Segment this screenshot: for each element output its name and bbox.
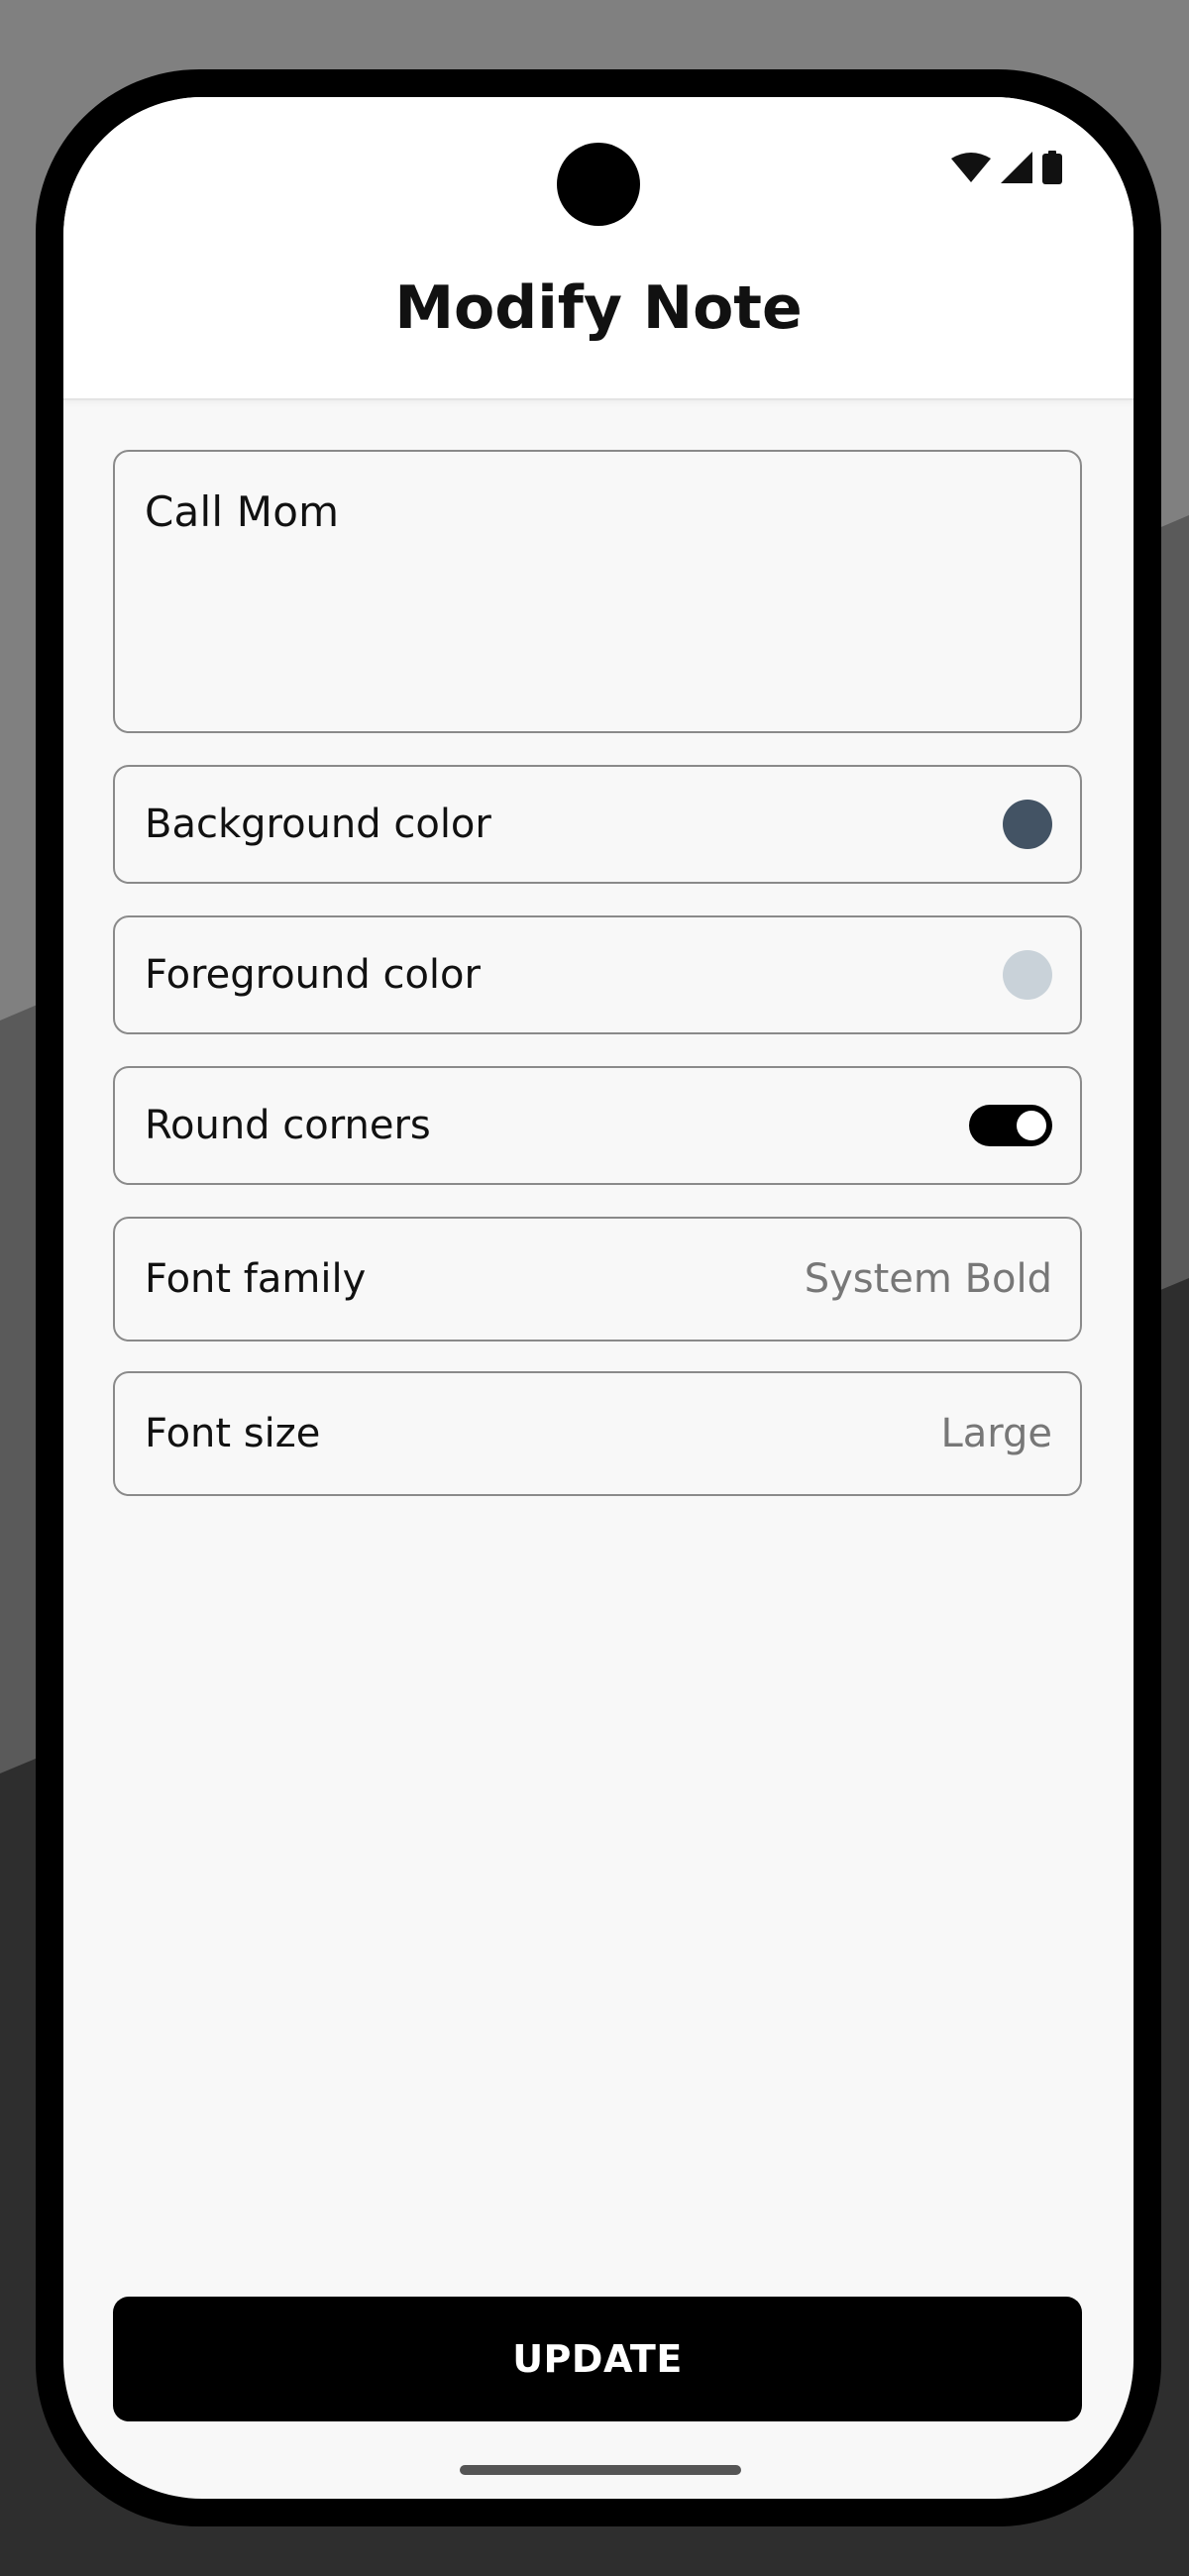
round-corners-row[interactable]: Round corners (113, 1066, 1082, 1185)
front-camera (557, 143, 640, 226)
background-color-label: Background color (145, 802, 491, 847)
font-size-value: Large (940, 1411, 1052, 1456)
foreground-color-swatch[interactable] (1003, 950, 1052, 1000)
page-title: Modify Note (394, 273, 803, 343)
foreground-color-row[interactable]: Foreground color (113, 915, 1082, 1034)
round-corners-toggle[interactable] (969, 1105, 1052, 1146)
font-family-value: System Bold (804, 1256, 1052, 1302)
font-size-label: Font size (145, 1411, 321, 1456)
background-color-swatch[interactable] (1003, 800, 1052, 849)
font-size-row[interactable]: Font size Large (113, 1371, 1082, 1496)
foreground-color-label: Foreground color (145, 952, 481, 998)
font-family-label: Font family (145, 1256, 367, 1302)
wifi-icon (951, 153, 991, 186)
app-screen: Modify Note Call Mom Background color Fo… (63, 97, 1134, 2499)
round-corners-label: Round corners (145, 1103, 431, 1148)
battery-icon (1042, 151, 1062, 188)
font-family-row[interactable]: Font family System Bold (113, 1217, 1082, 1342)
background-color-row[interactable]: Background color (113, 765, 1082, 884)
top-app-bar: Modify Note (63, 97, 1134, 400)
note-text: Call Mom (145, 487, 340, 536)
status-bar (951, 151, 1062, 188)
cellular-signal-icon (1001, 152, 1032, 187)
note-text-field[interactable]: Call Mom (113, 450, 1082, 733)
home-indicator[interactable] (460, 2465, 741, 2475)
update-button[interactable]: UPDATE (113, 2297, 1082, 2421)
toggle-knob (1017, 1111, 1046, 1140)
